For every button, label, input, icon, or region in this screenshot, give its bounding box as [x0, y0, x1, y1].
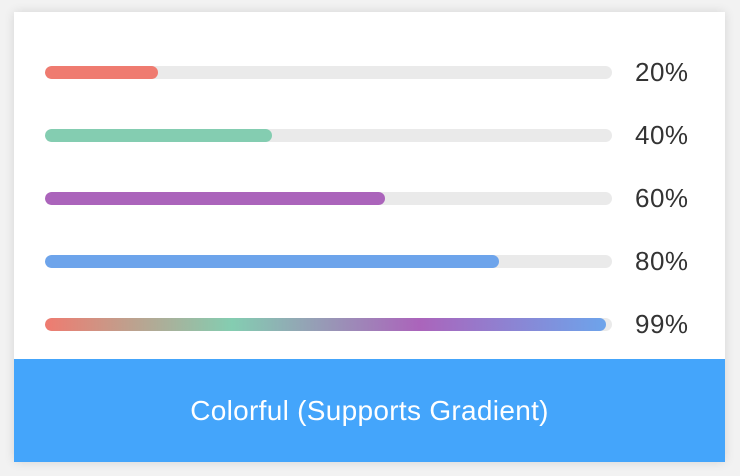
progress-list: 20% 40% 60% 80% 99%: [14, 12, 725, 359]
progress-label: 40%: [635, 120, 689, 150]
progress-track: [45, 255, 612, 268]
progress-card: 20% 40% 60% 80% 99% Colorful (Supports G…: [14, 12, 725, 462]
progress-label: 80%: [635, 246, 689, 276]
progress-fill: [45, 255, 499, 268]
progress-label: 20%: [635, 57, 689, 87]
progress-track: [45, 192, 612, 205]
progress-row-1: 20%: [45, 52, 705, 92]
progress-track: [45, 66, 612, 79]
progress-row-3: 60%: [45, 178, 705, 218]
progress-track: [45, 129, 612, 142]
progress-fill: [45, 318, 607, 331]
progress-fill: [45, 66, 159, 79]
colorful-button[interactable]: Colorful (Supports Gradient): [14, 359, 725, 462]
progress-row-5: 99%: [45, 304, 705, 344]
progress-row-4: 80%: [45, 241, 705, 281]
progress-label: 60%: [635, 183, 689, 213]
progress-row-2: 40%: [45, 115, 705, 155]
progress-track: [45, 318, 612, 331]
progress-fill: [45, 192, 386, 205]
progress-label: 99%: [635, 309, 689, 339]
progress-fill: [45, 129, 272, 142]
